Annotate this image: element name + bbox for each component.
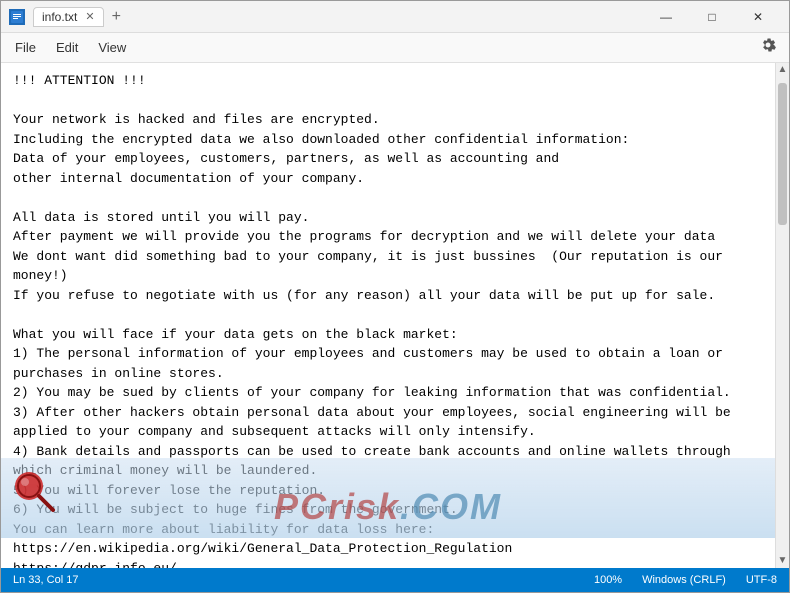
editor-container: !!! ATTENTION !!! Your network is hacked…: [1, 63, 789, 568]
view-menu[interactable]: View: [88, 36, 136, 59]
tab-close-icon[interactable]: ✕: [85, 10, 94, 23]
title-bar: info.txt ✕ + — □ ✕: [1, 1, 789, 33]
scrollbar-thumb[interactable]: [778, 83, 787, 224]
cursor-position: Ln 33, Col 17: [13, 574, 78, 586]
file-menu[interactable]: File: [5, 36, 46, 59]
maximize-button[interactable]: □: [689, 1, 735, 33]
notepad-window: info.txt ✕ + — □ ✕ File Edit View !!! AT…: [0, 0, 790, 593]
encoding: UTF-8: [746, 574, 777, 586]
edit-menu[interactable]: Edit: [46, 36, 88, 59]
text-editor[interactable]: !!! ATTENTION !!! Your network is hacked…: [1, 63, 775, 568]
minimize-button[interactable]: —: [643, 1, 689, 33]
zoom-level: 100%: [594, 574, 622, 586]
tab-title: info.txt: [42, 10, 77, 24]
line-ending: Windows (CRLF): [642, 574, 726, 586]
new-tab-button[interactable]: +: [112, 9, 121, 25]
scroll-down-arrow[interactable]: ▼: [776, 554, 789, 568]
close-button[interactable]: ✕: [735, 1, 781, 33]
scroll-up-arrow[interactable]: ▲: [776, 63, 789, 77]
menu-bar: File Edit View: [1, 33, 789, 63]
status-bar: Ln 33, Col 17 100% Windows (CRLF) UTF-8: [1, 568, 789, 592]
scrollbar[interactable]: ▲ ▼: [775, 63, 789, 568]
tab: info.txt ✕: [33, 7, 104, 27]
settings-icon[interactable]: [759, 36, 777, 59]
app-icon: [9, 9, 25, 25]
